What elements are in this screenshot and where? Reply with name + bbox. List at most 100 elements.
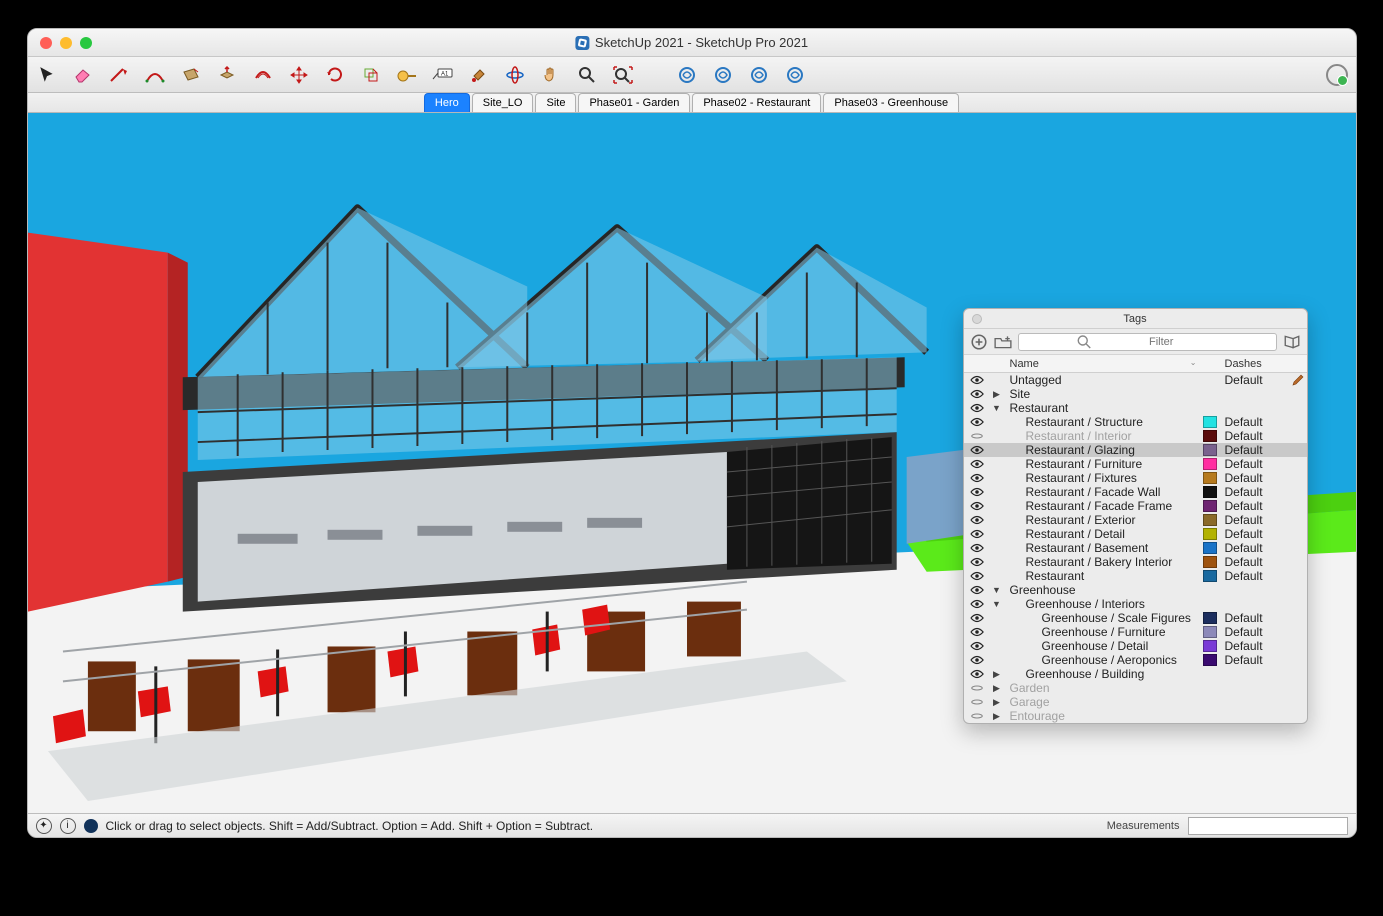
scene-tab-phase02-restaurant[interactable]: Phase02 - Restaurant bbox=[692, 93, 821, 112]
ext-blue-2[interactable] bbox=[712, 64, 734, 86]
arc-tool[interactable] bbox=[144, 64, 166, 86]
visibility-eye-open-icon[interactable] bbox=[964, 487, 990, 497]
tag-name[interactable]: Restaurant bbox=[1004, 569, 1201, 583]
tag-row[interactable]: Greenhouse / Scale Figures Default bbox=[964, 611, 1307, 625]
color-swatch[interactable] bbox=[1203, 514, 1217, 526]
visibility-eye-open-icon[interactable] bbox=[964, 473, 990, 483]
tag-name[interactable]: Greenhouse / Scale Figures bbox=[1004, 611, 1201, 625]
color-swatch[interactable] bbox=[1203, 626, 1217, 638]
tag-name[interactable]: Restaurant / Interior bbox=[1004, 429, 1201, 443]
tag-name[interactable]: Greenhouse / Detail bbox=[1004, 639, 1201, 653]
dash-style[interactable]: Default bbox=[1219, 513, 1289, 527]
tag-name[interactable]: Restaurant / Fixtures bbox=[1004, 471, 1201, 485]
ext-blue-4[interactable] bbox=[784, 64, 806, 86]
scene-tab-phase03-greenhouse[interactable]: Phase03 - Greenhouse bbox=[823, 93, 959, 112]
ext-blue-3[interactable] bbox=[748, 64, 770, 86]
zoom-tool[interactable] bbox=[576, 64, 598, 86]
visibility-eye-open-icon[interactable] bbox=[964, 585, 990, 595]
tags-list[interactable]: UntaggedDefault▶Site▼RestaurantRestauran… bbox=[964, 373, 1307, 723]
scale-tool[interactable] bbox=[360, 64, 382, 86]
tags-filter-input[interactable] bbox=[1018, 333, 1277, 351]
tag-row[interactable]: RestaurantDefault bbox=[964, 569, 1307, 583]
model-viewport[interactable]: Tags Name⌄ bbox=[28, 113, 1356, 813]
color-swatch[interactable] bbox=[1203, 640, 1217, 652]
credits-icon[interactable] bbox=[84, 819, 98, 833]
tag-row[interactable]: ▼Greenhouse / Interiors bbox=[964, 597, 1307, 611]
dash-style[interactable]: Default bbox=[1219, 625, 1289, 639]
dash-style[interactable]: Default bbox=[1219, 485, 1289, 499]
account-avatar[interactable] bbox=[1326, 64, 1348, 86]
dash-style[interactable]: Default bbox=[1219, 653, 1289, 667]
visibility-eye-open-icon[interactable] bbox=[964, 375, 990, 385]
measurements-input[interactable] bbox=[1188, 817, 1348, 835]
rotate-tool[interactable] bbox=[324, 64, 346, 86]
visibility-eye-open-icon[interactable] bbox=[964, 613, 990, 623]
tag-row[interactable]: ▶Garden bbox=[964, 681, 1307, 695]
close-button[interactable] bbox=[40, 37, 52, 49]
tag-name[interactable]: Garage bbox=[1004, 695, 1201, 709]
dash-style[interactable]: Default bbox=[1219, 471, 1289, 485]
dash-style[interactable]: Default bbox=[1219, 611, 1289, 625]
tag-name[interactable]: Greenhouse / Interiors bbox=[1004, 597, 1201, 611]
visibility-eye-open-icon[interactable] bbox=[964, 515, 990, 525]
tag-name[interactable]: Site bbox=[1004, 387, 1201, 401]
tag-name[interactable]: Greenhouse bbox=[1004, 583, 1201, 597]
dash-style[interactable]: Default bbox=[1219, 415, 1289, 429]
pencil-icon[interactable] bbox=[1292, 374, 1304, 386]
eraser-tool[interactable] bbox=[72, 64, 94, 86]
maximize-button[interactable] bbox=[80, 37, 92, 49]
tag-name[interactable]: Restaurant / Basement bbox=[1004, 541, 1201, 555]
visibility-eye-closed-icon[interactable] bbox=[964, 683, 990, 693]
tag-row[interactable]: Greenhouse / AeroponicsDefault bbox=[964, 653, 1307, 667]
tag-row[interactable]: Restaurant / Facade WallDefault bbox=[964, 485, 1307, 499]
visibility-eye-open-icon[interactable] bbox=[964, 403, 990, 413]
visibility-eye-closed-icon[interactable] bbox=[964, 711, 990, 721]
dash-style[interactable]: Default bbox=[1219, 429, 1289, 443]
col-dashes[interactable]: Dashes bbox=[1219, 358, 1289, 370]
dash-style[interactable]: Default bbox=[1219, 541, 1289, 555]
expand-toggle[interactable]: ▶ bbox=[990, 681, 1004, 695]
dash-style[interactable]: Default bbox=[1219, 527, 1289, 541]
tag-name[interactable]: Garden bbox=[1004, 681, 1201, 695]
tag-name[interactable]: Untagged bbox=[1004, 373, 1201, 387]
tag-name[interactable]: Restaurant / Exterior bbox=[1004, 513, 1201, 527]
tag-row[interactable]: Greenhouse / DetailDefault bbox=[964, 639, 1307, 653]
color-swatch[interactable] bbox=[1203, 556, 1217, 568]
visibility-eye-open-icon[interactable] bbox=[964, 417, 990, 427]
scene-tab-hero[interactable]: Hero bbox=[424, 93, 470, 112]
visibility-eye-open-icon[interactable] bbox=[964, 641, 990, 651]
tag-row[interactable]: ▶Entourage bbox=[964, 709, 1307, 723]
color-swatch[interactable] bbox=[1203, 430, 1217, 442]
info-icon[interactable]: i bbox=[60, 818, 76, 834]
visibility-eye-open-icon[interactable] bbox=[964, 627, 990, 637]
add-tag-icon[interactable] bbox=[970, 333, 988, 351]
tag-name[interactable]: Restaurant / Glazing bbox=[1004, 443, 1201, 457]
tag-row[interactable]: ▶Site bbox=[964, 387, 1307, 401]
tag-row[interactable]: Greenhouse / FurnitureDefault bbox=[964, 625, 1307, 639]
color-swatch[interactable] bbox=[1203, 444, 1217, 456]
expand-toggle[interactable]: ▶ bbox=[990, 695, 1004, 709]
tag-name[interactable]: Entourage bbox=[1004, 709, 1201, 723]
move-tool[interactable] bbox=[288, 64, 310, 86]
expand-toggle[interactable]: ▶ bbox=[990, 387, 1004, 401]
tags-panel[interactable]: Tags Name⌄ bbox=[963, 308, 1308, 724]
dash-style[interactable]: Default bbox=[1219, 373, 1289, 387]
visibility-eye-open-icon[interactable] bbox=[964, 459, 990, 469]
color-swatch[interactable] bbox=[1203, 458, 1217, 470]
filter-input[interactable] bbox=[1149, 336, 1272, 348]
color-swatch[interactable] bbox=[1203, 570, 1217, 582]
tag-row[interactable]: Restaurant / GlazingDefault bbox=[964, 443, 1307, 457]
minimize-button[interactable] bbox=[60, 37, 72, 49]
tag-name[interactable]: Restaurant / Detail bbox=[1004, 527, 1201, 541]
tag-name[interactable]: Restaurant / Structure bbox=[1004, 415, 1201, 429]
tag-name[interactable]: Greenhouse / Building bbox=[1004, 667, 1201, 681]
paint-tool[interactable] bbox=[468, 64, 490, 86]
color-swatch[interactable] bbox=[1203, 486, 1217, 498]
tape-tool[interactable] bbox=[396, 64, 418, 86]
tag-name[interactable]: Restaurant / Facade Frame bbox=[1004, 499, 1201, 513]
tag-row[interactable]: Restaurant / Detail Default bbox=[964, 527, 1307, 541]
tag-row[interactable]: Restaurant / Basement Default bbox=[964, 541, 1307, 555]
tag-row[interactable]: Restaurant / Structure Default bbox=[964, 415, 1307, 429]
tag-row[interactable]: Restaurant / Interior Default bbox=[964, 429, 1307, 443]
pushpull-tool[interactable] bbox=[216, 64, 238, 86]
